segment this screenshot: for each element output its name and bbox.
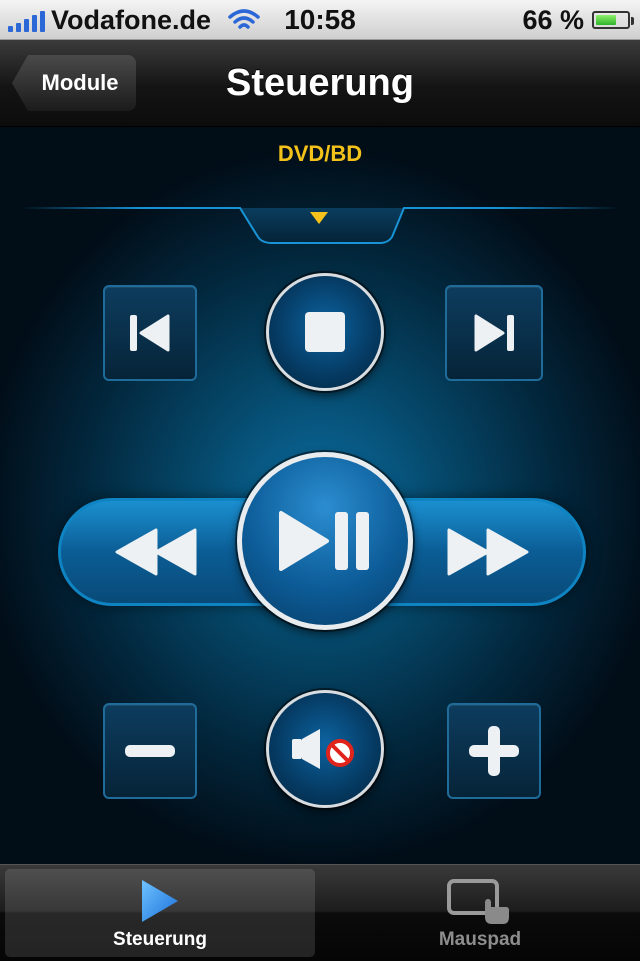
skip-forward-icon bbox=[474, 314, 514, 352]
tab-mauspad[interactable]: Mauspad bbox=[325, 869, 635, 957]
stop-button[interactable] bbox=[266, 273, 384, 391]
play-pause-button[interactable] bbox=[237, 452, 413, 630]
status-right: 66 % bbox=[522, 0, 634, 40]
page-title: Steuerung bbox=[226, 62, 414, 104]
tab-label: Steuerung bbox=[113, 929, 207, 950]
dropdown-arrow-icon[interactable] bbox=[310, 212, 328, 224]
mute-icon bbox=[292, 729, 354, 769]
tab-steuerung-icon-wrap bbox=[5, 877, 315, 925]
navigation-bar: Module Steuerung bbox=[0, 40, 640, 127]
remote-control-area: DVD/BD bbox=[0, 127, 640, 864]
volume-down-button[interactable] bbox=[103, 703, 197, 799]
battery-icon bbox=[592, 11, 634, 29]
play-triangle-icon bbox=[142, 880, 178, 922]
device-selector-label[interactable]: DVD/BD bbox=[0, 141, 640, 167]
tab-label: Mauspad bbox=[438, 929, 522, 950]
touchpad-icon bbox=[447, 879, 509, 924]
minus-icon bbox=[125, 745, 175, 757]
tab-bar: Steuerung Mauspad bbox=[0, 864, 640, 961]
volume-up-button[interactable] bbox=[447, 703, 541, 799]
tab-steuerung[interactable]: Steuerung bbox=[5, 869, 315, 957]
stop-icon bbox=[305, 312, 345, 352]
battery-fill bbox=[596, 15, 616, 25]
tab-mauspad-icon-wrap bbox=[325, 877, 635, 927]
plus-icon bbox=[469, 726, 519, 776]
status-bar: Vodafone.de 10:58 66 % bbox=[0, 0, 640, 40]
next-track-button[interactable] bbox=[445, 285, 543, 381]
previous-track-button[interactable] bbox=[103, 285, 197, 381]
mute-button[interactable] bbox=[266, 690, 384, 808]
fast-forward-icon bbox=[447, 528, 529, 576]
skip-back-icon bbox=[130, 314, 170, 352]
battery-percent: 66 % bbox=[522, 4, 584, 35]
rewind-icon bbox=[115, 528, 197, 576]
fast-forward-button[interactable] bbox=[393, 501, 583, 603]
rewind-button[interactable] bbox=[61, 501, 251, 603]
play-pause-icon bbox=[279, 511, 369, 571]
